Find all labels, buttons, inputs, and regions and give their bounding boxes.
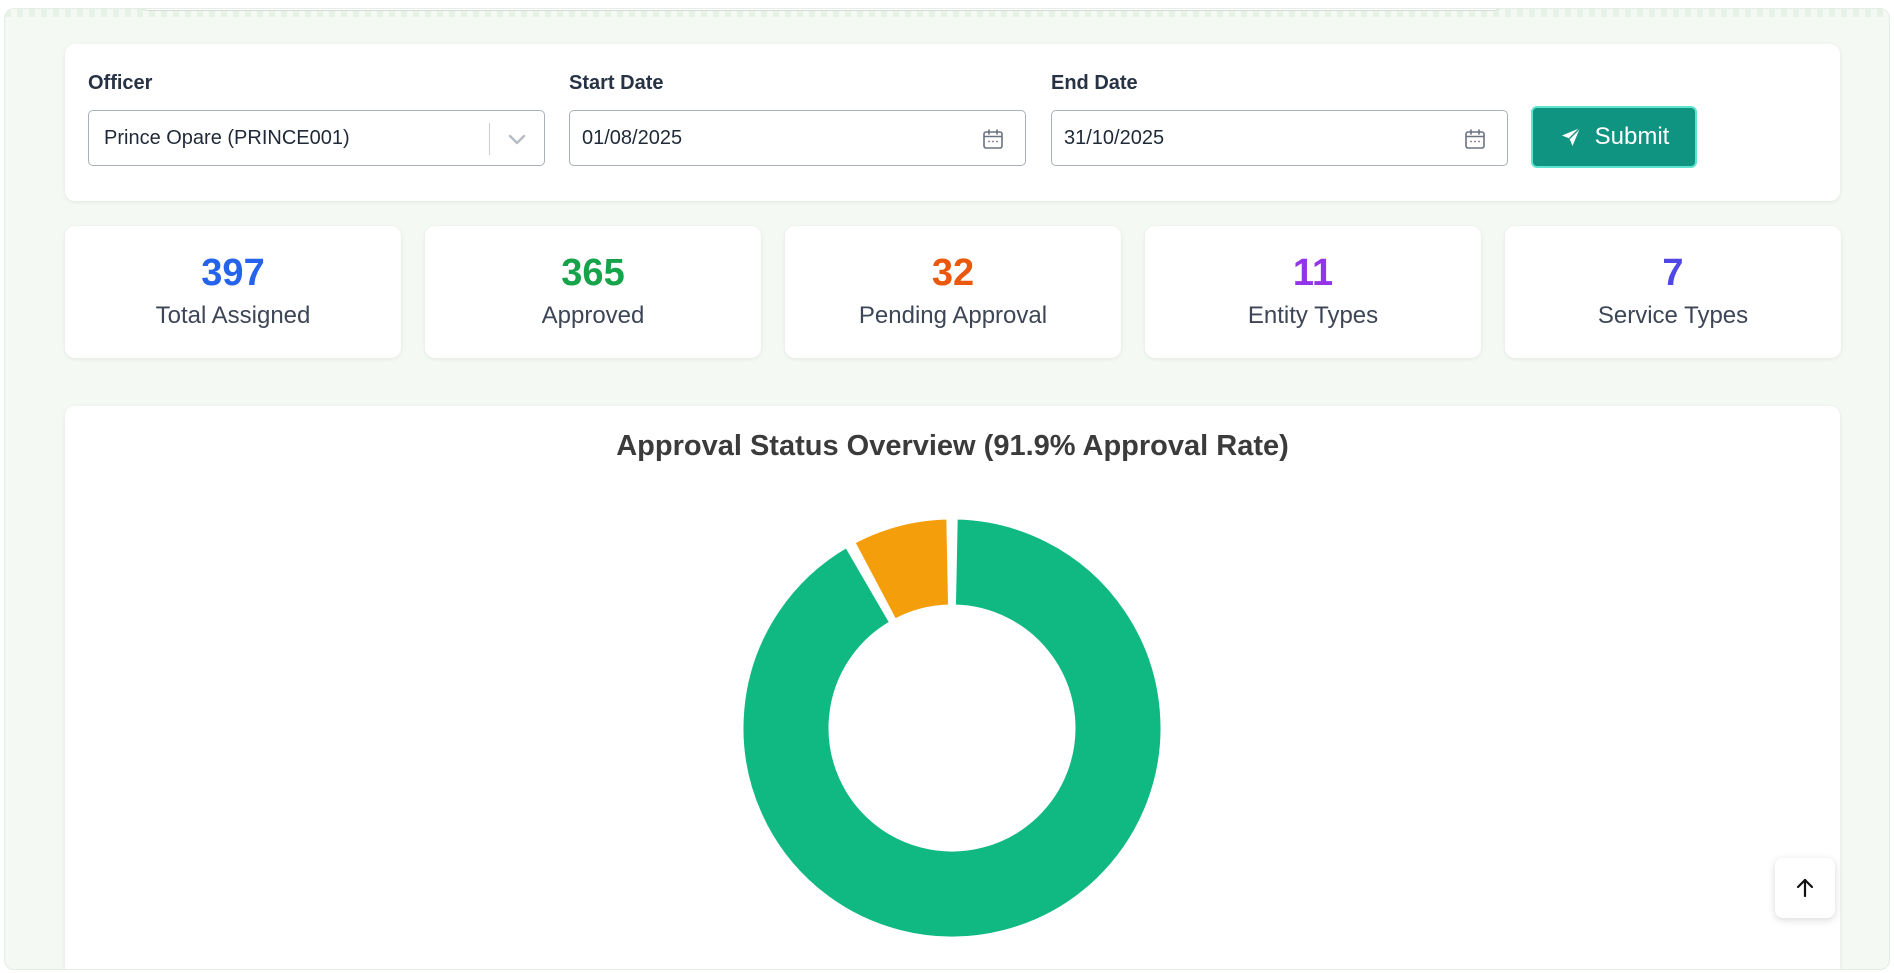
- officer-field: Officer Prince Opare (PRINCE001): [88, 72, 545, 166]
- dashboard-frame: Officer Prince Opare (PRINCE001) Start D…: [4, 8, 1890, 970]
- stat-label: Service Types: [1597, 302, 1749, 329]
- stat-value: 7: [1662, 252, 1684, 294]
- header-edge: [135, 9, 1507, 11]
- stat-label: Entity Types: [1247, 302, 1379, 329]
- calendar-icon[interactable]: [1463, 127, 1487, 151]
- officer-label: Officer: [88, 72, 153, 94]
- scroll-to-top-button[interactable]: [1775, 858, 1835, 918]
- stat-card-service-types: 7 Service Types: [1505, 226, 1841, 358]
- stat-card-total-assigned: 397 Total Assigned: [65, 226, 401, 358]
- donut-chart: [740, 516, 1164, 940]
- stat-label: Approved: [541, 302, 645, 329]
- start-date-field: Start Date 01/08/2025: [569, 72, 1026, 166]
- end-date-label: End Date: [1051, 72, 1138, 94]
- stat-label: Total Assigned: [155, 302, 311, 329]
- officer-select[interactable]: Prince Opare (PRINCE001): [88, 110, 545, 166]
- donut-slice-approved[interactable]: [740, 516, 1164, 940]
- end-date-field: End Date 31/10/2025: [1051, 72, 1508, 166]
- arrow-up-icon: [1796, 878, 1814, 898]
- approval-chart-card: Approval Status Overview (91.9% Approval…: [65, 406, 1840, 969]
- stat-value: 32: [931, 252, 975, 294]
- stat-label: Pending Approval: [858, 302, 1048, 329]
- stat-card-entity-types: 11 Entity Types: [1145, 226, 1481, 358]
- submit-label: Submit: [1594, 123, 1670, 150]
- start-date-input[interactable]: 01/08/2025: [569, 110, 1026, 166]
- send-icon: [1561, 127, 1581, 146]
- start-date-value: 01/08/2025: [582, 126, 683, 149]
- chevron-down-icon[interactable]: [506, 129, 528, 149]
- select-separator: [489, 123, 490, 155]
- start-date-label: Start Date: [569, 72, 664, 94]
- stat-value: 11: [1292, 252, 1334, 294]
- end-date-input[interactable]: 31/10/2025: [1051, 110, 1508, 166]
- submit-button[interactable]: Submit: [1531, 106, 1697, 168]
- officer-select-value: Prince Opare (PRINCE001): [104, 126, 350, 149]
- stat-card-approved: 365 Approved: [425, 226, 761, 358]
- stat-card-pending-approval: 32 Pending Approval: [785, 226, 1121, 358]
- filter-panel: Officer Prince Opare (PRINCE001) Start D…: [65, 44, 1840, 201]
- stat-value: 397: [201, 252, 265, 294]
- calendar-icon[interactable]: [981, 127, 1005, 151]
- end-date-value: 31/10/2025: [1064, 126, 1165, 149]
- stat-value: 365: [561, 252, 625, 294]
